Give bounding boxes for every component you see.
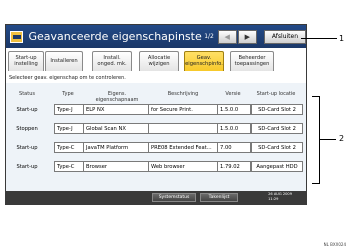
table-row[interactable]: Start-up Type-J ELP NX for Secure Print.… bbox=[6, 102, 306, 117]
location-cell: SD-Card Slot 2 bbox=[251, 142, 303, 153]
status-footer: Systemstatus Takenlijst 26 AUG 2009 11:2… bbox=[6, 191, 306, 204]
time-text: 11:29 bbox=[268, 197, 279, 201]
properties-panel: Geavanceerde eigenschapinstellingen 1/2 … bbox=[5, 24, 307, 205]
column-header-type: Type bbox=[62, 91, 74, 97]
tab-label: onged. mk. bbox=[97, 61, 127, 67]
description-cell: Web browser bbox=[148, 161, 218, 172]
tab-bar: Start-up instelling Installeren Install. o… bbox=[6, 51, 306, 71]
close-button[interactable]: Afsluiten bbox=[263, 29, 306, 44]
name-cell: Browser bbox=[83, 161, 149, 172]
description-cell: PRE08 Extended Feat... bbox=[148, 142, 218, 153]
tab-install[interactable]: Installeren bbox=[45, 51, 83, 71]
name-cell: JavaTM Platform bbox=[83, 142, 149, 153]
status-cell: Stoppen bbox=[16, 126, 38, 132]
clock: 26 AUG 2009 11:29 bbox=[268, 192, 292, 202]
callout-number: 2 bbox=[339, 134, 345, 143]
location-cell: Aangepast HDD bbox=[251, 161, 303, 172]
callout-leader-line bbox=[301, 38, 337, 39]
type-cell: Type-C bbox=[54, 161, 84, 172]
window-title: Geavanceerde eigenschapinstellingen bbox=[28, 30, 203, 43]
page-indicator: 1/2 bbox=[204, 33, 214, 40]
column-header-status: Status bbox=[19, 91, 35, 97]
table-row[interactable]: Start-up Type-C Browser Web browser 1.79… bbox=[6, 159, 306, 174]
tab-label: instelling bbox=[14, 61, 38, 67]
chevron-left-icon: ◀ bbox=[224, 32, 230, 41]
callout-leader-line bbox=[320, 139, 336, 140]
tab-label: eigenschpinfo. bbox=[185, 61, 223, 67]
table-header: Status Type Eigens. eigenschapnaam Besch… bbox=[6, 91, 306, 103]
version-cell: 1.79.02 bbox=[217, 161, 251, 172]
tab-label: Installeren bbox=[50, 58, 78, 64]
properties-table: Status Type Eigens. eigenschapnaam Besch… bbox=[6, 83, 306, 193]
status-cell: Start-up bbox=[16, 107, 38, 113]
column-header-location: Start-up locatie bbox=[256, 91, 296, 97]
status-cell: Start-up bbox=[16, 145, 38, 151]
tab-install-unsigned[interactable]: Install. onged. mk. bbox=[92, 51, 132, 71]
table-row[interactable]: Stoppen Type-J Global Scan NX 1.5.0.0 SD… bbox=[6, 121, 306, 136]
table-row[interactable]: Start-up Type-C JavaTM Platform PRE08 Ex… bbox=[6, 140, 306, 155]
tab-advanced-info[interactable]: Geav. eigenschpinfo. bbox=[184, 51, 224, 71]
column-header-version: Versie bbox=[225, 91, 241, 97]
figure-code: NL BXX024 bbox=[323, 242, 346, 247]
system-status-button[interactable]: Systemstatus bbox=[152, 193, 196, 202]
type-cell: Type-C bbox=[54, 142, 84, 153]
description-cell bbox=[148, 123, 218, 134]
job-list-button[interactable]: Takenlijst bbox=[200, 193, 238, 202]
version-cell: 7.00 bbox=[217, 142, 251, 153]
version-cell: 1.5.0.0 bbox=[217, 104, 251, 115]
column-header-description: Beschrijving bbox=[167, 91, 199, 97]
status-cell: Start-up bbox=[16, 164, 38, 170]
name-cell: Global Scan NX bbox=[83, 123, 149, 134]
next-page-button[interactable]: ▶ bbox=[237, 29, 257, 44]
location-cell: SD-Card Slot 2 bbox=[251, 104, 303, 115]
location-cell: SD-Card Slot 2 bbox=[251, 123, 303, 134]
tab-label: wijzigen bbox=[148, 61, 170, 67]
callout-number: 1 bbox=[339, 34, 345, 43]
description-cell: for Secure Print. bbox=[148, 104, 218, 115]
chevron-right-icon: ▶ bbox=[244, 32, 251, 41]
version-cell: 1.5.0.0 bbox=[217, 123, 251, 134]
tab-startup-setting[interactable]: Start-up instelling bbox=[8, 51, 44, 71]
callout-bracket bbox=[312, 96, 320, 184]
instruction-text: Selecteer geav. eigenschap om te control… bbox=[9, 75, 126, 81]
app-icon bbox=[10, 30, 24, 43]
tab-change-allocation[interactable]: Allocatie wijzigen bbox=[139, 51, 179, 71]
type-cell: Type-J bbox=[54, 123, 84, 134]
type-cell: Type-J bbox=[54, 104, 84, 115]
previous-page-button[interactable]: ◀ bbox=[217, 29, 237, 44]
tab-admin-tools[interactable]: Beheerder toepassingen bbox=[230, 51, 274, 71]
name-cell: ELP NX bbox=[83, 104, 149, 115]
title-bar: Geavanceerde eigenschapinstellingen 1/2 … bbox=[6, 25, 306, 48]
tab-label: toepassingen bbox=[234, 61, 270, 67]
